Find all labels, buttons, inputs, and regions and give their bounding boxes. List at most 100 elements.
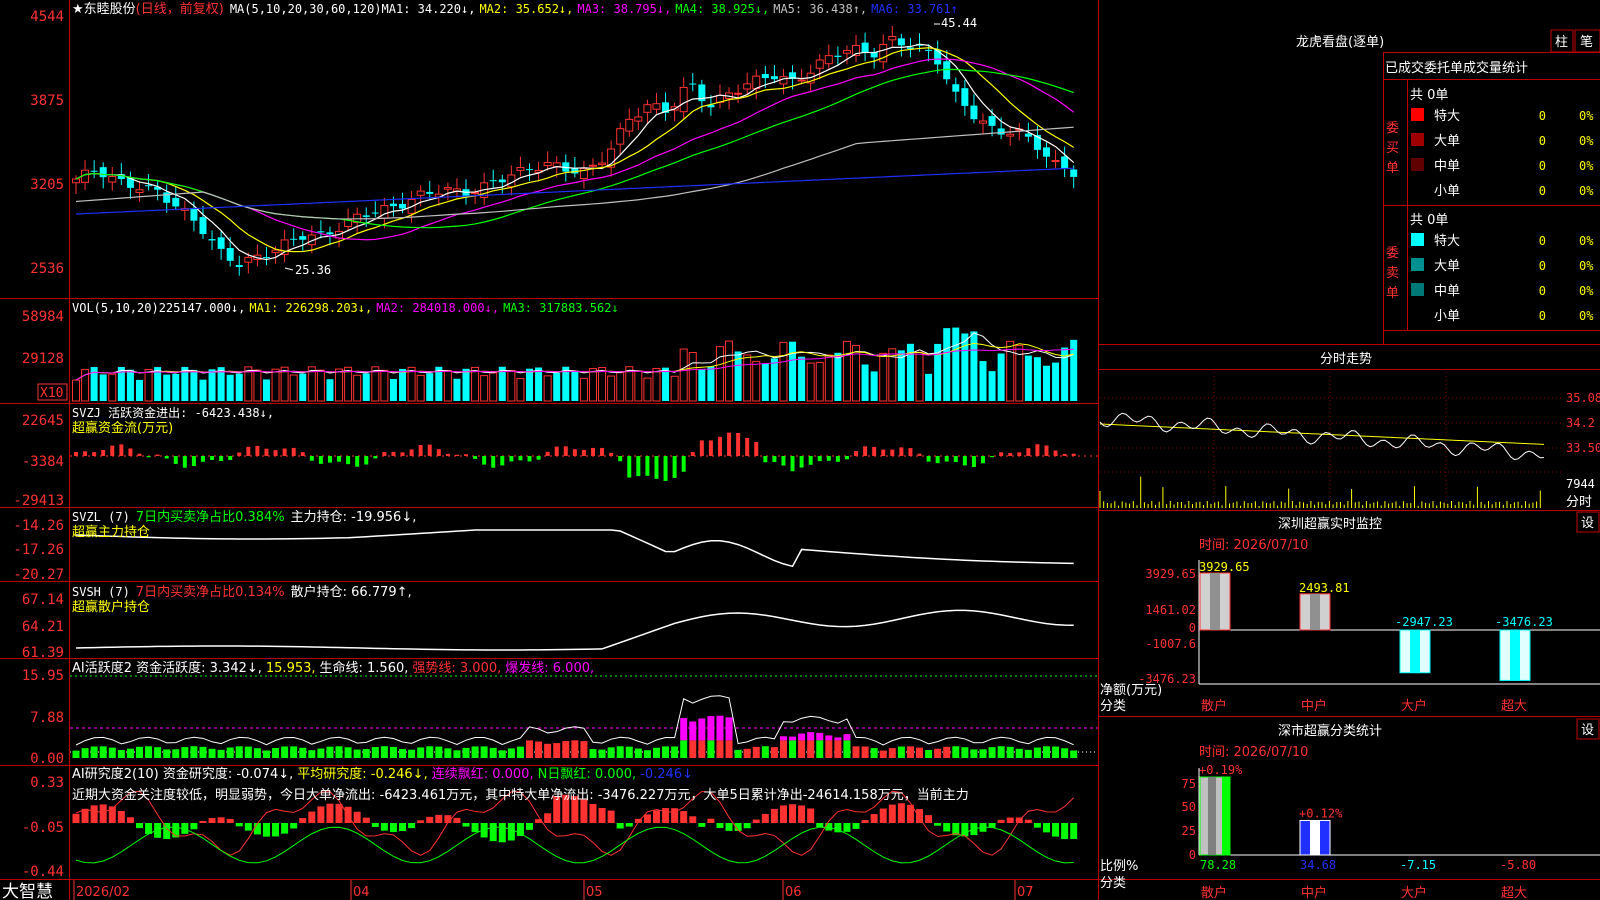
volume-bar bbox=[253, 369, 262, 402]
activity-bar bbox=[798, 740, 806, 758]
volume-bar bbox=[824, 354, 833, 402]
svzj-bar bbox=[581, 449, 586, 456]
activity-bar-top bbox=[834, 737, 842, 741]
bar-mode-button[interactable]: 柱 bbox=[1550, 29, 1574, 53]
activity-bar bbox=[643, 750, 651, 758]
research-bar bbox=[135, 823, 143, 829]
intraday-title: 分时走势 bbox=[1320, 351, 1372, 367]
volume-bar bbox=[316, 369, 325, 402]
volume-bar bbox=[226, 374, 234, 401]
research-bar bbox=[662, 808, 670, 823]
monitor-settings-button[interactable]: 设 bbox=[1576, 511, 1600, 533]
research-bar bbox=[816, 823, 824, 828]
monitor-category: 中户 bbox=[1301, 698, 1327, 714]
candle-body bbox=[389, 203, 397, 207]
order-swatch bbox=[1411, 258, 1424, 271]
volume-bar bbox=[789, 341, 797, 401]
volume-bar bbox=[879, 352, 888, 402]
classify-value: 34.68 bbox=[1300, 858, 1336, 872]
svg-text:7.88: 7.88 bbox=[30, 710, 64, 726]
activity-bar bbox=[353, 749, 361, 758]
activity-bar bbox=[625, 746, 633, 758]
activity-bar bbox=[725, 740, 733, 758]
research-bar bbox=[997, 819, 1005, 823]
research-bar bbox=[1061, 823, 1069, 840]
stock-chart-canvas[interactable]: 4544 3875 3205 2536 45.44 25.36 ★东睦股份(日线… bbox=[0, 0, 1600, 900]
classify-change: +0.19% bbox=[1199, 763, 1243, 777]
order-label: 大单 bbox=[1434, 259, 1460, 274]
research-bar bbox=[870, 814, 878, 823]
research-bar bbox=[199, 820, 207, 823]
research-bar bbox=[888, 804, 896, 823]
classify-tick: 25 bbox=[1182, 824, 1196, 838]
monitor-tick: 3929.65 bbox=[1145, 567, 1196, 581]
volume-bar bbox=[108, 373, 117, 402]
stock-name: ★东睦股份 bbox=[72, 1, 136, 17]
classify-tick: 75 bbox=[1182, 777, 1196, 791]
activity-bar bbox=[135, 746, 143, 758]
svzj-bar bbox=[182, 456, 187, 468]
volume-bar bbox=[925, 373, 933, 401]
low-price-label: 25.36 bbox=[295, 263, 331, 277]
activity-bar-top bbox=[779, 736, 787, 741]
activity-bar bbox=[879, 750, 887, 758]
candle-body bbox=[934, 49, 942, 65]
svzj-bar bbox=[536, 456, 541, 460]
svzj-bar bbox=[291, 447, 296, 456]
volume-bar bbox=[688, 352, 697, 402]
research-bar bbox=[707, 818, 715, 823]
classify-settings-button[interactable]: 设 bbox=[1576, 718, 1600, 740]
volume-bar bbox=[979, 361, 987, 401]
activity-bar bbox=[861, 746, 869, 758]
monitor-tick: 1461.02 bbox=[1145, 603, 1196, 617]
price-candles[interactable] bbox=[72, 26, 1078, 276]
svzj-bar bbox=[1053, 450, 1058, 456]
research-bar bbox=[879, 808, 887, 823]
svzj-bar bbox=[736, 432, 741, 456]
svzj-bars[interactable] bbox=[74, 432, 1076, 481]
volume-bar bbox=[842, 340, 851, 402]
high-price-label: 45.44 bbox=[941, 16, 977, 30]
volume-bars[interactable] bbox=[72, 327, 1078, 402]
candle-body bbox=[652, 103, 661, 110]
price-axis: 4544 3875 3205 2536 bbox=[30, 9, 64, 277]
stats-tab-title[interactable]: 已成交委托单成交量统计 bbox=[1385, 60, 1528, 76]
svzj-bar bbox=[491, 456, 496, 468]
svg-text:22645: 22645 bbox=[22, 413, 64, 429]
classify-date: 时间: 2026/07/10 bbox=[1199, 745, 1308, 760]
ma-line bbox=[75, 58, 1075, 241]
header-value: MA6: 33.761↑ bbox=[871, 2, 958, 16]
candle-body bbox=[299, 236, 307, 240]
volume-bar bbox=[380, 369, 389, 402]
pen-mode-button[interactable]: 笔 bbox=[1574, 29, 1600, 53]
volume-bar bbox=[752, 360, 761, 402]
svsh-line[interactable] bbox=[75, 609, 1074, 651]
aihy-bars[interactable] bbox=[72, 715, 1078, 758]
activity-bar bbox=[516, 746, 524, 758]
svg-text:分时: 分时 bbox=[1566, 495, 1592, 510]
volume-bar bbox=[190, 369, 198, 401]
date-tick: 05 bbox=[586, 885, 603, 900]
volume-bar bbox=[679, 348, 688, 402]
monitor-value: 2493.81 bbox=[1299, 581, 1350, 595]
monitor-bar bbox=[1199, 572, 1231, 631]
research-bar bbox=[1052, 823, 1060, 837]
svzj-bar bbox=[962, 456, 967, 466]
research-bar bbox=[326, 803, 334, 823]
candle-body bbox=[217, 237, 225, 249]
activity-bar-top bbox=[680, 718, 688, 741]
svzl-line[interactable] bbox=[75, 529, 1074, 568]
intraday-chart[interactable]: 35.08 34.2 33.50 7944 分时 bbox=[1099, 372, 1600, 510]
volume-header: VOL(5,10,20)225147.000↓, MA1: 226298.203↓… bbox=[72, 301, 619, 315]
research-bar bbox=[843, 823, 851, 832]
volume-bar bbox=[571, 370, 579, 401]
volume-bar bbox=[652, 367, 661, 402]
monitor-chart[interactable]: 3929.65 1461.02 0 -1007.6 -3476.23 3929.65 散户 2… bbox=[1100, 560, 1600, 714]
svzj-bar bbox=[391, 451, 396, 456]
volume-bar bbox=[535, 367, 543, 401]
header-value: 15.953, bbox=[266, 661, 316, 676]
research-bar bbox=[616, 823, 624, 829]
order-swatch bbox=[1411, 183, 1424, 196]
volume-bar bbox=[163, 374, 171, 401]
volume-bar bbox=[761, 363, 769, 401]
